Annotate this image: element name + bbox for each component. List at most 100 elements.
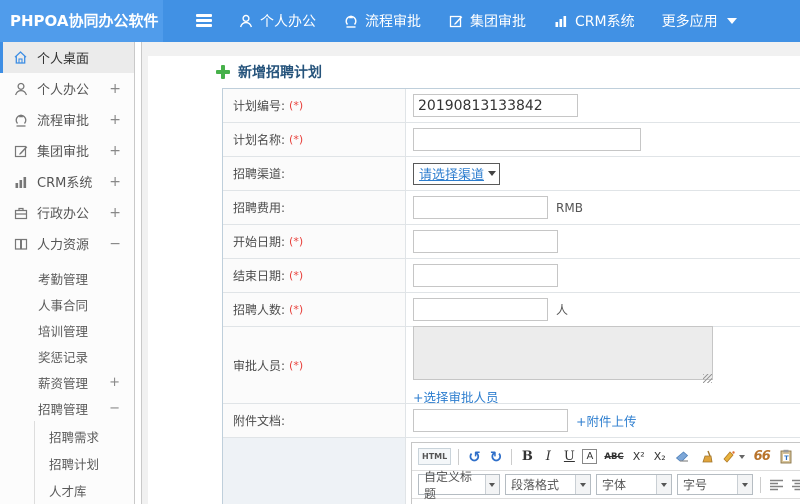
attachment-upload-link[interactable]: +附件上传 bbox=[576, 411, 636, 430]
plan-number-input[interactable] bbox=[413, 94, 578, 117]
sidebar-subitem-recruit-plan[interactable]: 招聘计划 bbox=[35, 450, 134, 477]
sidebar-item-label: 个人桌面 bbox=[37, 52, 90, 67]
blockquote-button[interactable]: 66 bbox=[752, 447, 772, 467]
main-content: 新增招聘计划 计划编号: (*) 计划名称: (*) bbox=[148, 56, 800, 504]
topnav-more-apps[interactable]: 更多应用 bbox=[662, 11, 737, 31]
italic-button[interactable]: I bbox=[540, 447, 556, 467]
sidebar-item-admin-office[interactable]: 行政办公 + bbox=[0, 197, 134, 228]
book-icon bbox=[13, 236, 28, 251]
sidebar-item-human-resources[interactable]: 人力资源 − bbox=[0, 228, 134, 259]
sidebar-item-label: 人力资源 bbox=[37, 238, 90, 253]
field-label: 计划名称: bbox=[233, 133, 286, 147]
expand-plus-icon[interactable]: + bbox=[109, 174, 121, 190]
required-mark: (*) bbox=[289, 358, 304, 372]
paste-text-icon-button[interactable]: T bbox=[777, 447, 795, 467]
topnav-label: 个人办公 bbox=[260, 14, 316, 30]
format-painter-button[interactable] bbox=[720, 447, 747, 467]
sidebar-item-label: CRM系统 bbox=[37, 176, 93, 191]
sidebar-subitem-recruit-demand[interactable]: 招聘需求 bbox=[35, 423, 134, 450]
start-date-input[interactable] bbox=[413, 230, 558, 253]
sidebar-item-personal-office[interactable]: 个人办公 + bbox=[0, 73, 134, 104]
cost-input[interactable] bbox=[413, 196, 548, 219]
collapse-minus-icon[interactable]: − bbox=[109, 236, 121, 252]
topnav-crm-system[interactable]: CRM系统 bbox=[553, 11, 635, 31]
expand-plus-icon[interactable]: + bbox=[109, 205, 121, 221]
end-date-input[interactable] bbox=[413, 264, 558, 287]
topnav-workflow-approval[interactable]: 流程审批 bbox=[343, 11, 421, 31]
person-icon bbox=[13, 81, 28, 96]
plan-name-input[interactable] bbox=[413, 128, 641, 151]
topnav-label: 集团审批 bbox=[470, 14, 526, 30]
eraser-icon-button[interactable] bbox=[673, 447, 692, 467]
expand-plus-icon[interactable]: + bbox=[109, 81, 121, 97]
topnav-personal-office[interactable]: 个人办公 bbox=[238, 11, 316, 31]
sidebar-subitem-recruitment[interactable]: 招聘管理 − bbox=[0, 395, 134, 421]
editor-toolbar-row2: 自定义标题 段落格式 字体 字号 bbox=[412, 470, 800, 501]
redo-button[interactable]: ↻ bbox=[488, 447, 505, 467]
required-mark: (*) bbox=[289, 235, 304, 248]
collapse-minus-icon[interactable]: − bbox=[109, 401, 120, 416]
required-mark: (*) bbox=[289, 269, 304, 282]
chart-icon bbox=[553, 14, 568, 29]
currency-suffix: RMB bbox=[556, 200, 583, 215]
menu-toggle-button[interactable] bbox=[196, 14, 212, 28]
topnav-group-approval[interactable]: 集团审批 bbox=[448, 11, 526, 31]
required-mark: (*) bbox=[289, 303, 304, 316]
form-row-plan-number: 计划编号: (*) bbox=[223, 89, 800, 123]
sidebar-subitem-talent-pool[interactable]: 人才库 bbox=[35, 477, 134, 504]
caret-down-icon bbox=[737, 475, 752, 494]
expand-plus-icon[interactable]: + bbox=[109, 143, 121, 159]
top-bar: PHPOA协同办公软件 个人办公 流程审批 集团审批 CRM系统 更多应用 bbox=[0, 0, 800, 42]
sidebar-item-label: 行政办公 bbox=[37, 207, 90, 222]
source-code-button[interactable]: HTML bbox=[418, 448, 452, 465]
clean-broom-icon-button[interactable] bbox=[697, 447, 715, 467]
sidebar-item-desktop[interactable]: 个人桌面 bbox=[0, 42, 134, 73]
custom-title-dropdown[interactable]: 自定义标题 bbox=[418, 470, 500, 501]
sidebar-subitem-attendance[interactable]: 考勤管理 bbox=[0, 265, 134, 291]
sidebar-scrollbar[interactable] bbox=[134, 42, 142, 504]
form-row-approvers: 审批人员: (*) +选择审批人员 bbox=[223, 326, 800, 405]
home-icon bbox=[13, 50, 28, 65]
caret-down-icon bbox=[738, 454, 745, 459]
resize-handle[interactable] bbox=[703, 374, 712, 383]
sidebar-item-crm-system[interactable]: CRM系统 + bbox=[0, 166, 134, 197]
caret-down-icon bbox=[488, 171, 497, 176]
align-left-icon-button[interactable] bbox=[768, 475, 785, 495]
required-mark: (*) bbox=[289, 133, 304, 146]
font-size-dropdown[interactable]: 字号 bbox=[677, 474, 753, 495]
sidebar-item-group-approval[interactable]: 集团审批 + bbox=[0, 135, 134, 166]
subscript-button[interactable]: X₂ bbox=[652, 447, 668, 467]
underline-button[interactable]: U bbox=[561, 447, 577, 467]
form-row-channel: 招聘渠道: 请选择渠道 bbox=[223, 157, 800, 191]
form-row-start-date: 开始日期: (*) bbox=[223, 225, 800, 259]
field-label: 结束日期: bbox=[233, 269, 286, 283]
headcount-input[interactable] bbox=[413, 298, 548, 321]
align-center-icon-button[interactable] bbox=[790, 475, 800, 495]
topnav-label: 流程审批 bbox=[365, 14, 421, 30]
expand-plus-icon[interactable]: + bbox=[109, 375, 120, 390]
bold-button[interactable]: B bbox=[519, 447, 535, 467]
strikethrough-button[interactable]: ABC bbox=[602, 447, 625, 467]
sidebar-subitem-training[interactable]: 培训管理 bbox=[0, 317, 134, 343]
approvers-textarea[interactable] bbox=[413, 326, 713, 380]
paragraph-format-dropdown[interactable]: 段落格式 bbox=[505, 474, 591, 495]
expand-plus-icon[interactable]: + bbox=[109, 112, 121, 128]
sidebar-subitem-rewards[interactable]: 奖惩记录 bbox=[0, 343, 134, 369]
edit-icon bbox=[13, 143, 28, 158]
field-label: 招聘渠道: bbox=[233, 167, 286, 181]
sidebar-subitem-salary[interactable]: 薪资管理 + bbox=[0, 369, 134, 395]
sidebar-item-workflow-approval[interactable]: 流程审批 + bbox=[0, 104, 134, 135]
font-family-dropdown[interactable]: 字体 bbox=[596, 474, 672, 495]
attachment-input[interactable] bbox=[413, 409, 568, 432]
workflow-icon bbox=[343, 14, 358, 29]
remove-format-button[interactable]: A bbox=[582, 449, 598, 464]
form-row-plan-name: 计划名称: (*) bbox=[223, 123, 800, 157]
workflow-icon bbox=[13, 112, 28, 127]
sidebar-subitem-hr-contract[interactable]: 人事合同 bbox=[0, 291, 134, 317]
form-row-editor: HTML ↺ ↻ B I U A ABC X² X₂ 66 T 自定义标题 段落… bbox=[223, 438, 800, 504]
channel-select[interactable]: 请选择渠道 bbox=[413, 162, 501, 185]
superscript-button[interactable]: X² bbox=[631, 447, 647, 467]
topnav-label: CRM系统 bbox=[575, 14, 635, 30]
undo-button[interactable]: ↺ bbox=[466, 447, 483, 467]
svg-text:T: T bbox=[784, 454, 789, 462]
